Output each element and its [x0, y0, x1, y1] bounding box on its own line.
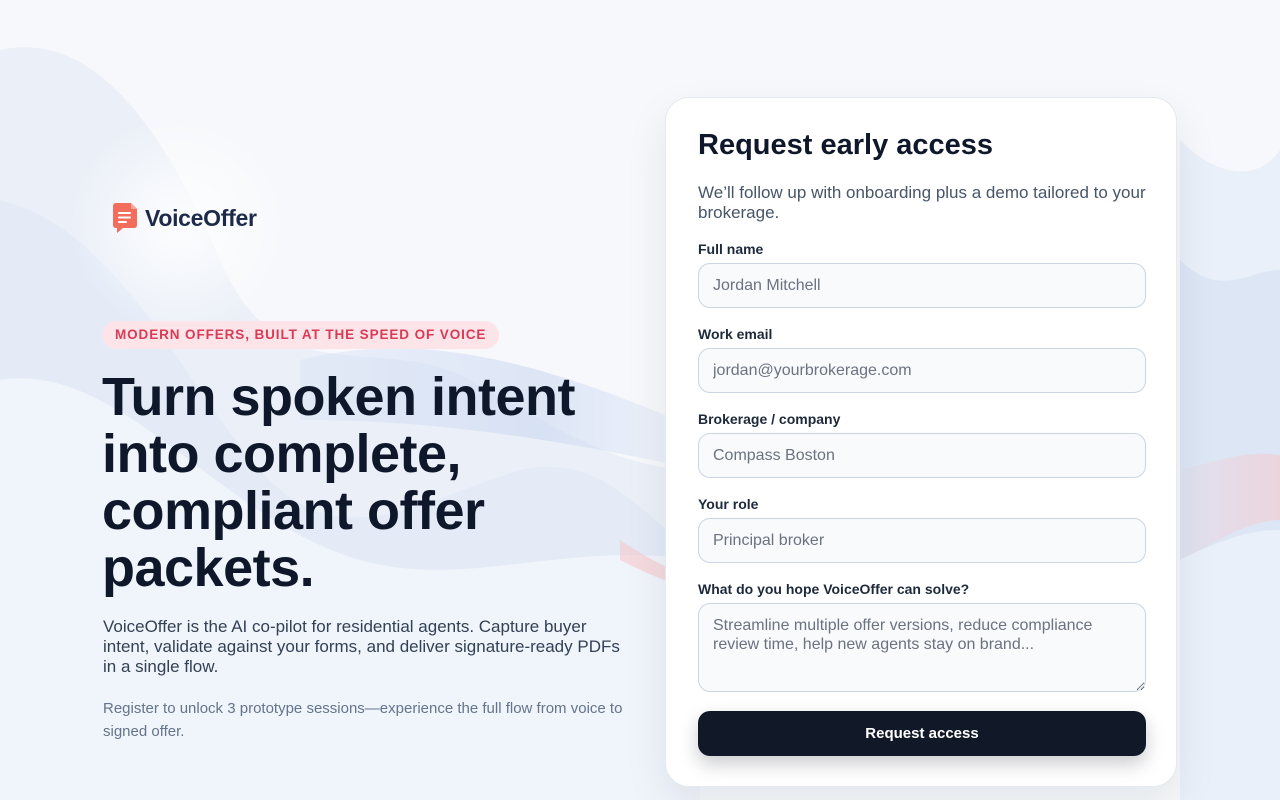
brokerage-label: Brokerage / company	[698, 411, 841, 427]
hero-subcopy: VoiceOffer is the AI co-pilot for reside…	[103, 617, 620, 676]
role-input[interactable]	[698, 518, 1146, 563]
early-access-form: Request early access We’ll follow up wit…	[665, 97, 1177, 787]
problem-label: What do you hope VoiceOffer can solve?	[698, 581, 970, 597]
brand-name: VoiceOffer	[145, 204, 257, 231]
hero-note: Register to unlock 3 prototype sessions—…	[103, 700, 623, 740]
brokerage-input[interactable]	[698, 433, 1146, 478]
form-title: Request early access	[698, 129, 994, 161]
hero-section: VoiceOffer MODERN OFFERS, BUILT AT THE S…	[0, 0, 660, 800]
request-access-button[interactable]: Request access	[698, 711, 1146, 756]
chat-document-icon	[113, 203, 137, 233]
tagline-badge: MODERN OFFERS, BUILT AT THE SPEED OF VOI…	[102, 321, 500, 349]
role-label: Your role	[698, 496, 759, 512]
brand[interactable]: VoiceOffer	[111, 201, 257, 235]
work-email-input[interactable]	[698, 348, 1146, 393]
problem-textarea[interactable]	[698, 603, 1146, 692]
hero-headline: Turn spoken intent into complete, compli…	[102, 367, 576, 598]
full-name-label: Full name	[698, 241, 764, 257]
work-email-label: Work email	[698, 326, 773, 342]
full-name-input[interactable]	[698, 263, 1146, 308]
form-subtitle: We’ll follow up with onboarding plus a d…	[698, 183, 1146, 222]
